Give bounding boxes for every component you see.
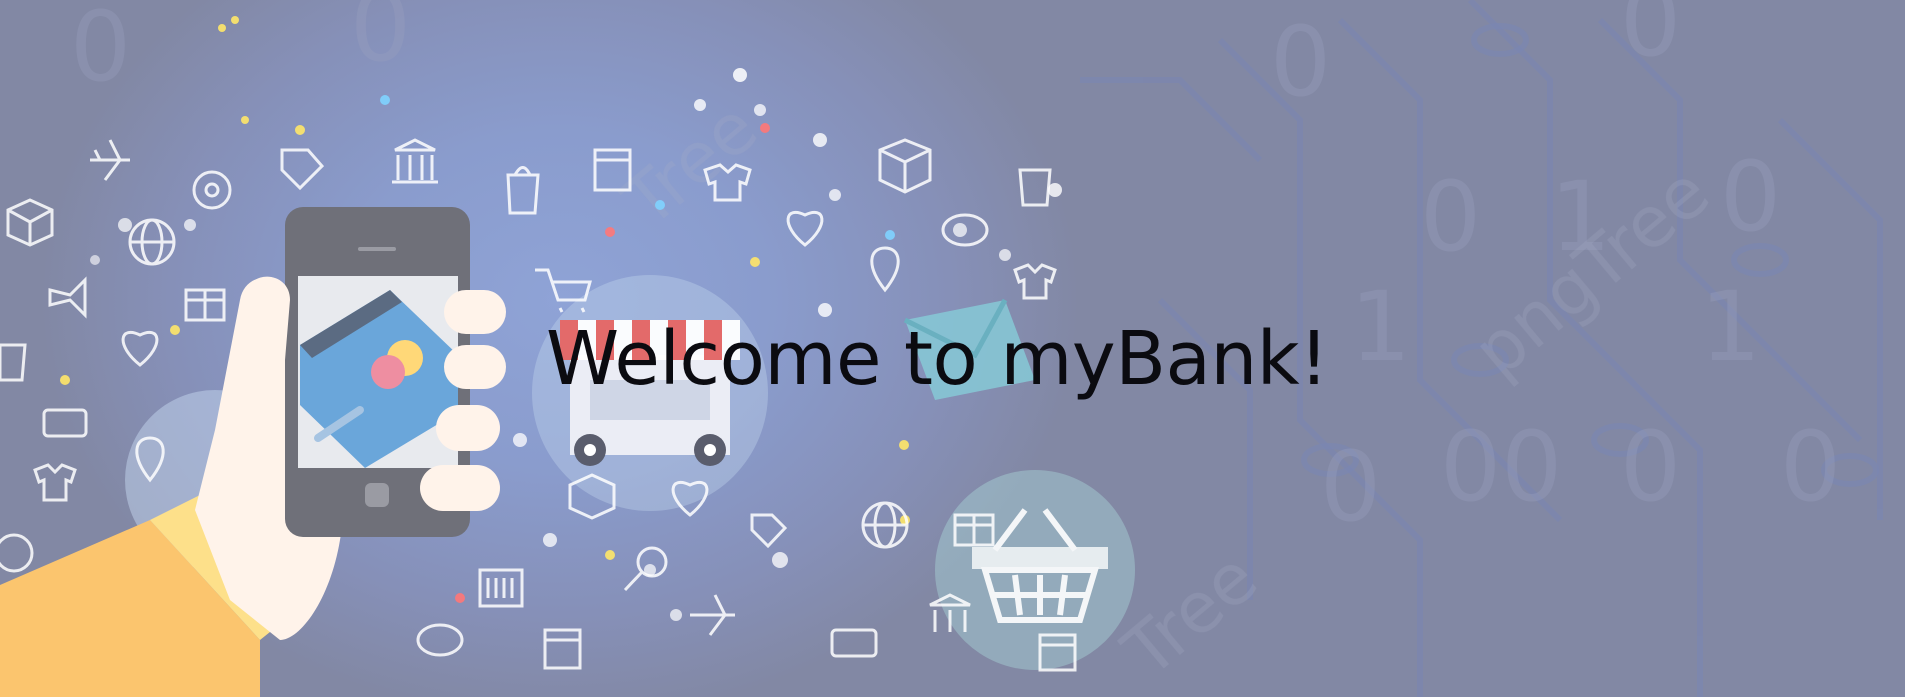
heart-icon — [121, 330, 159, 367]
airplane-icon — [690, 594, 735, 636]
shopping-bag-icon — [0, 343, 27, 382]
package-box-icon — [878, 138, 932, 194]
gear-icon — [0, 533, 34, 573]
svg-text:0: 0 — [1320, 431, 1381, 543]
hero-banner: 0 0 0 1 0 0 00 0 0 1 1 0 0 pngTree Tree … — [0, 0, 1905, 697]
svg-text:Tree: Tree — [607, 86, 772, 243]
gift-icon — [184, 288, 226, 322]
bank-building-icon — [392, 138, 438, 184]
svg-text:0: 0 — [1270, 6, 1331, 118]
svg-text:1: 1 — [1700, 271, 1761, 383]
svg-text:0: 0 — [1620, 411, 1681, 523]
t-shirt-icon — [33, 463, 77, 502]
svg-text:0: 0 — [1720, 141, 1781, 253]
globe-icon — [128, 218, 176, 266]
welcome-heading: Welcome to myBank! — [546, 316, 1329, 402]
svg-text:1: 1 — [1350, 271, 1411, 383]
location-pin-icon — [870, 246, 900, 293]
svg-text:0: 0 — [1780, 411, 1841, 523]
package-box-icon — [6, 198, 54, 247]
svg-text:00: 00 — [1440, 411, 1562, 523]
tag-icon — [750, 513, 788, 549]
piggy-bank-icon — [416, 623, 464, 657]
airplane-icon — [90, 139, 130, 181]
shop-awning-icon-small — [543, 628, 582, 670]
heart-icon — [786, 210, 824, 247]
svg-text:0: 0 — [1620, 0, 1681, 78]
barcode-icon — [478, 568, 524, 608]
svg-text:0: 0 — [70, 0, 131, 103]
svg-text:0: 0 — [1420, 161, 1481, 273]
globe-icon — [861, 501, 909, 549]
svg-text:0: 0 — [350, 0, 411, 83]
wallet-icon — [42, 408, 88, 438]
shopping-bag-icon — [1018, 168, 1052, 207]
megaphone-icon — [48, 276, 87, 319]
gear-icon — [192, 170, 232, 210]
shopping-bag-icon — [506, 166, 540, 215]
wallet-icon — [830, 628, 878, 658]
tag-icon — [280, 148, 325, 191]
t-shirt-icon — [1013, 263, 1057, 300]
phone-in-hand-icon — [0, 207, 506, 697]
